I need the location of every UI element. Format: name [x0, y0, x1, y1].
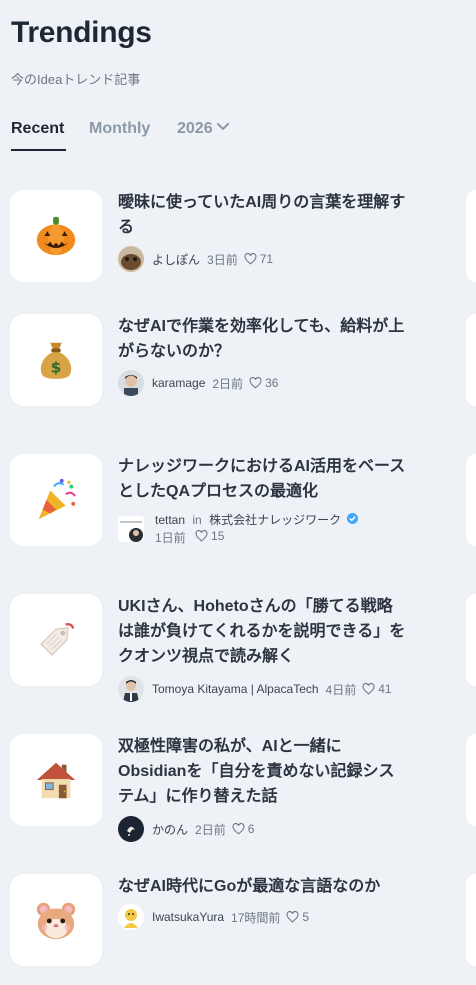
article-thumbnail[interactable]	[10, 190, 102, 282]
article-title[interactable]: UKIさん、Hohetoさんの「勝てる戦略は誰が負けてくれるかを説明できる」をク…	[118, 594, 408, 669]
article-title[interactable]: 双極性障害の私が、AIと一緒にObsidianを「自分を責めない記録システム」に…	[118, 734, 408, 809]
article-date: 17時間前	[231, 910, 281, 925]
author-name[interactable]: karamage	[152, 376, 205, 390]
heart-icon	[249, 377, 262, 389]
author-name[interactable]: Tomoya Kitayama | AlpacaTech	[152, 682, 319, 696]
article-meta: よしぽん 3日前 71	[118, 246, 273, 272]
next-card-edge	[466, 454, 476, 546]
article-thumbnail[interactable]	[10, 734, 102, 826]
article-meta: tettan in 株式会社ナレッジワーク 1日前 15	[118, 512, 359, 547]
avatar[interactable]	[118, 370, 144, 396]
article-date: 4日前	[325, 682, 357, 697]
page-title: Trendings	[11, 16, 152, 49]
page-subtitle: 今のIdeaトレンド記事	[11, 72, 141, 87]
tab-year-dropdown[interactable]: 2026	[177, 120, 229, 138]
article-meta-text: tettan in 株式会社ナレッジワーク 1日前 15	[155, 512, 359, 547]
author-line: tettan in 株式会社ナレッジワーク	[155, 512, 359, 529]
next-card-edge	[466, 314, 476, 406]
article-meta: Tomoya Kitayama | AlpacaTech 4日前 41	[118, 676, 392, 702]
jack-o-lantern-icon	[36, 216, 76, 256]
article-title[interactable]: なぜAIで作業を効率化しても、給料が上がらないのか？	[118, 314, 408, 364]
article-date: 2日前	[212, 376, 244, 391]
likes-count: 5	[286, 910, 309, 924]
likes-count: 6	[232, 822, 255, 836]
article-title[interactable]: 曖昧に使っていたAI周りの言葉を理解する	[118, 190, 408, 240]
article-thumbnail[interactable]: $	[10, 314, 102, 406]
tab-recent[interactable]: Recent	[11, 120, 64, 138]
avatar[interactable]	[118, 246, 144, 272]
likes-value: 5	[302, 910, 310, 924]
article-thumbnail[interactable]	[10, 594, 102, 686]
date-likes-line: 1日前 15	[155, 528, 358, 546]
next-card-edge	[466, 594, 476, 686]
next-card-edge	[466, 190, 476, 282]
tab-year-label: 2026	[177, 120, 213, 137]
tag-icon	[40, 622, 75, 656]
chevron-down-icon	[216, 118, 229, 136]
likes-value: 6	[247, 822, 255, 836]
article-date: 2日前	[195, 822, 226, 837]
article-thumbnail[interactable]	[10, 874, 102, 966]
likes-value: 15	[211, 529, 225, 544]
article-meta: IwatsukaYura 17時間前 5	[118, 904, 309, 930]
heart-icon	[195, 530, 208, 543]
likes-count: 15	[195, 528, 224, 544]
article-title[interactable]: ナレッジワークにおけるAI活用をベースとしたQAプロセスの最適化	[118, 454, 408, 504]
heart-icon	[362, 683, 375, 695]
author-name[interactable]: かのん	[152, 821, 188, 838]
author-name[interactable]: よしぽん	[152, 251, 200, 268]
next-card-edge	[466, 874, 476, 966]
verified-badge-icon	[347, 512, 359, 528]
likes-value: 71	[259, 252, 274, 266]
next-card-edge	[466, 734, 476, 826]
likes-count: 36	[249, 376, 278, 390]
party-popper-icon	[38, 478, 76, 520]
likes-count: 41	[362, 682, 392, 696]
avatar[interactable]	[118, 676, 144, 702]
avatar[interactable]	[118, 904, 144, 930]
article-thumbnail[interactable]	[10, 454, 102, 546]
heart-icon	[244, 253, 257, 265]
publication-avatar[interactable]	[118, 516, 144, 542]
publication-in-text: in	[192, 512, 202, 527]
publication-name[interactable]: 株式会社ナレッジワーク	[209, 513, 341, 527]
likes-value: 41	[378, 682, 392, 696]
article-date: 3日前	[207, 252, 238, 267]
article-title[interactable]: なぜAI時代にGoが最適な言語なのか	[118, 874, 408, 899]
svg-text:$: $	[51, 358, 62, 376]
article-date: 1日前	[155, 531, 186, 546]
trendings-page: Trendings 今のIdeaトレンド記事 Recent Monthly 20…	[0, 0, 476, 985]
likes-count: 71	[244, 252, 273, 266]
author-name[interactable]: tettan	[155, 513, 185, 527]
tab-monthly[interactable]: Monthly	[89, 120, 150, 138]
article-meta: karamage 2日前 36	[118, 370, 278, 396]
house-icon	[36, 762, 76, 799]
heart-icon	[232, 823, 245, 835]
hamster-icon	[36, 902, 76, 940]
money-bag-icon: $	[40, 342, 72, 379]
heart-icon	[286, 911, 299, 923]
article-meta: かのん 2日前 6	[118, 816, 254, 842]
avatar[interactable]	[118, 816, 144, 842]
likes-value: 36	[265, 376, 279, 390]
active-tab-indicator	[11, 149, 66, 151]
author-name[interactable]: IwatsukaYura	[152, 910, 224, 924]
